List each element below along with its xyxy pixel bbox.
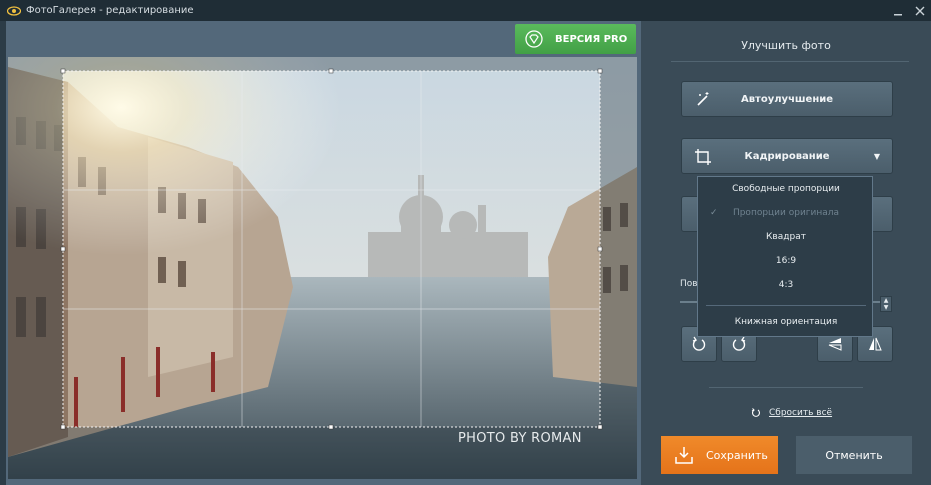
watermark-text: PHOTO BY ROMAN xyxy=(458,431,582,446)
auto-enhance-button[interactable]: Автоулучшение xyxy=(681,81,893,117)
crop-proportions-menu: Свободные пропорции ✓ Пропорции оригинал… xyxy=(697,176,873,337)
window-title: ФотоГалерея - редактирование xyxy=(26,5,194,16)
eye-icon xyxy=(6,3,22,19)
reset-all-label: Сбросить всё xyxy=(769,408,833,418)
crop-button[interactable]: Кадрирование ▼ xyxy=(681,138,893,174)
crop-icon xyxy=(695,149,711,165)
pro-version-button[interactable]: ВЕРСИЯ PRO xyxy=(515,24,636,54)
rotate-right-icon xyxy=(732,336,746,351)
enhance-panel: Улучшить фото Автоулучшение Кадрирование… xyxy=(641,21,931,485)
crop-label: Кадрирование xyxy=(744,150,830,162)
magic-wand-icon xyxy=(697,92,709,106)
minimize-icon xyxy=(894,13,902,15)
checkmark-icon: ✓ xyxy=(710,208,718,218)
menu-separator xyxy=(706,305,866,306)
save-label: Сохранить xyxy=(706,448,768,462)
dropdown-arrow-icon: ▼ xyxy=(873,152,880,161)
pro-badge-icon xyxy=(525,30,543,48)
flip-vertical-icon xyxy=(828,338,842,351)
menu-item-16-9[interactable]: 16:9 xyxy=(698,256,874,266)
close-button[interactable] xyxy=(909,0,931,21)
pro-version-label: ВЕРСИЯ PRO xyxy=(555,33,628,45)
divider xyxy=(709,387,863,388)
menu-item-portrait[interactable]: Книжная ориентация xyxy=(698,317,874,327)
menu-item-original[interactable]: ✓ Пропорции оригинала xyxy=(698,208,874,218)
venice-canal-photo xyxy=(8,57,637,479)
cancel-label: Отменить xyxy=(825,448,883,462)
menu-item-square[interactable]: Квадрат xyxy=(698,232,874,242)
menu-item-free[interactable]: Свободные пропорции xyxy=(698,184,874,194)
rotate-left-icon xyxy=(692,336,706,351)
reset-icon xyxy=(751,408,761,417)
menu-item-4-3[interactable]: 4:3 xyxy=(698,280,874,290)
cancel-button[interactable]: Отменить xyxy=(796,436,912,474)
panel-title: Улучшить фото xyxy=(741,39,831,52)
title-bar: ФотоГалерея - редактирование xyxy=(0,0,931,21)
divider xyxy=(671,61,909,62)
close-icon xyxy=(915,6,925,15)
reset-all-link[interactable]: Сбросить всё xyxy=(751,408,832,418)
download-icon xyxy=(675,447,693,464)
rotate-stepper[interactable]: ▲ ▼ xyxy=(880,296,892,312)
save-button[interactable]: Сохранить xyxy=(661,436,778,474)
minimize-button[interactable] xyxy=(887,0,909,21)
photo-preview[interactable]: PHOTO BY ROMAN xyxy=(8,57,637,479)
flip-horizontal-icon xyxy=(869,337,882,351)
auto-enhance-label: Автоулучшение xyxy=(740,93,834,105)
